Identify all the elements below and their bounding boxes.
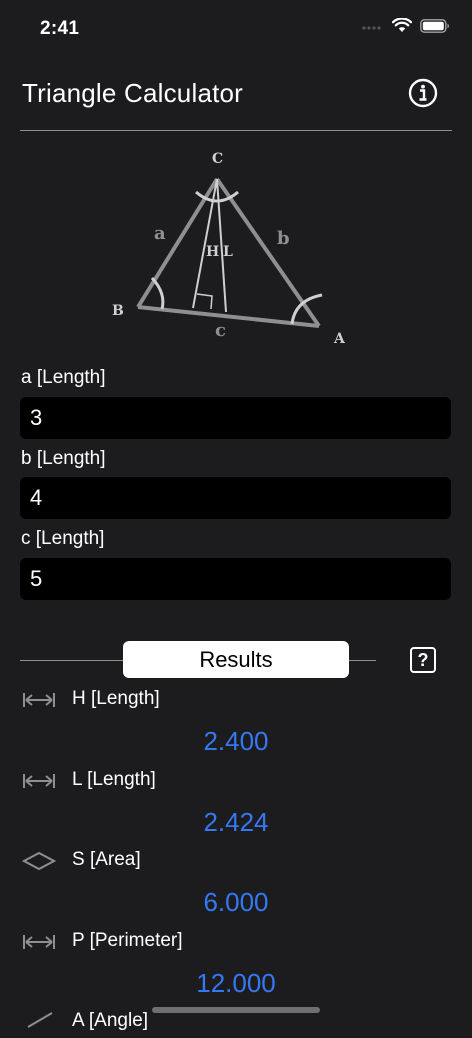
side-b-label: b — [277, 228, 290, 249]
status-bar: 2:41 — [0, 0, 472, 56]
side-c-field-label: c [Length] — [21, 528, 105, 549]
angle-icon — [27, 1012, 53, 1028]
results-divider-right — [349, 660, 376, 661]
side-c-input[interactable] — [20, 558, 451, 600]
result-value-height: 2.400 — [203, 726, 269, 756]
help-button[interactable]: ? — [410, 647, 436, 673]
help-icon: ? — [417, 649, 429, 670]
side-c-label: c — [215, 320, 226, 341]
length-arrows-icon — [23, 935, 55, 949]
status-icons — [362, 18, 450, 33]
results-divider-left — [20, 660, 123, 661]
result-label: H [Length] — [72, 688, 160, 709]
results-header: Results — [123, 641, 349, 678]
result-value-area: 6.000 — [203, 887, 269, 917]
result-value-perimeter: 12.000 — [196, 968, 276, 998]
side-a-label: a — [154, 223, 166, 244]
header-divider — [20, 130, 452, 131]
status-time: 2:41 — [40, 18, 80, 39]
side-b-input[interactable] — [20, 477, 451, 519]
vertex-c-label: C — [212, 151, 223, 167]
height-label: H — [206, 244, 219, 260]
results-title: Results — [199, 646, 273, 672]
result-row-bisector: L [Length] — [22, 767, 452, 797]
side-a-field-label: a [Length] — [21, 367, 106, 388]
result-label: S [Area] — [72, 849, 141, 870]
result-label: P [Perimeter] — [72, 930, 183, 951]
length-arrows-icon — [23, 774, 55, 788]
home-indicator[interactable] — [152, 1007, 320, 1013]
result-label: A [Angle] — [72, 1010, 149, 1031]
triangle-diagram: C B A a b c H L — [112, 151, 346, 347]
result-row-area: S [Area] — [22, 847, 452, 877]
vertex-a-label: A — [333, 331, 346, 347]
result-row-height: H [Length] — [22, 686, 452, 716]
page-title: Triangle Calculator — [22, 78, 244, 108]
diamond-area-icon — [22, 851, 56, 871]
side-b-field-label: b [Length] — [21, 448, 106, 469]
right-angle-mark — [196, 293, 213, 310]
header: Triangle Calculator — [22, 70, 450, 120]
result-value-bisector: 2.424 — [203, 807, 269, 837]
signal-icon — [362, 25, 381, 30]
side-a-input[interactable] — [20, 397, 451, 439]
length-arrows-icon — [23, 693, 55, 707]
battery-icon — [420, 18, 449, 33]
result-row-perimeter: P [Perimeter] — [22, 928, 452, 958]
result-label: L [Length] — [72, 769, 156, 790]
wifi-icon — [392, 18, 412, 32]
bisector-label: L — [223, 244, 233, 260]
info-icon[interactable] — [408, 78, 438, 108]
vertex-b-label: B — [112, 303, 124, 319]
